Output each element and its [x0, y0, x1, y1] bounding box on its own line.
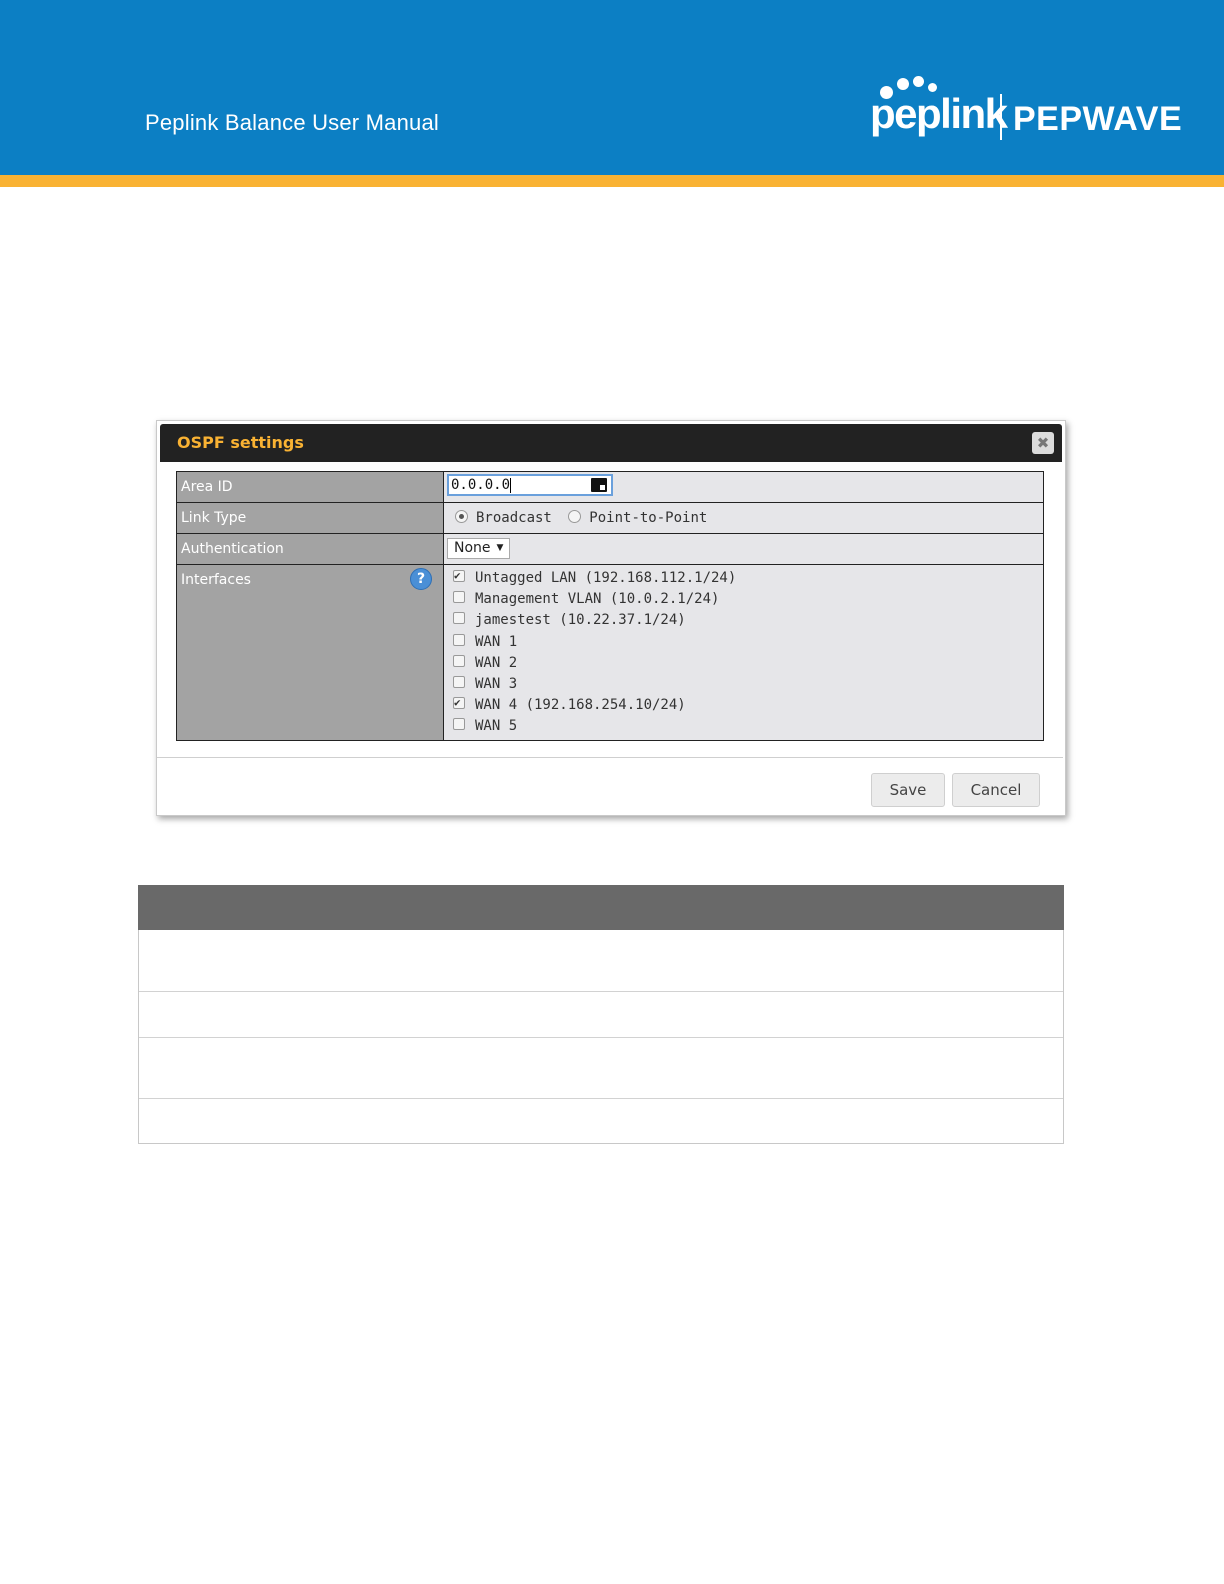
interface-item[interactable]: WAN 2	[447, 653, 1040, 674]
area-id-label: Area ID	[181, 479, 233, 495]
cancel-button[interactable]: Cancel	[952, 773, 1040, 807]
interface-checkbox[interactable]	[453, 565, 465, 586]
interface-label: WAN 2	[475, 654, 518, 671]
interfaces-list: Untagged LAN (192.168.112.1/24) Manageme…	[447, 565, 1040, 740]
area-id-input-value: 0.0.0.0	[451, 477, 511, 493]
peplink-pepwave-logo: peplink PEPWAVE	[870, 76, 1190, 146]
authentication-select-value: None	[454, 540, 491, 556]
link-type-label: Link Type	[181, 510, 247, 526]
help-icon[interactable]: ?	[410, 568, 432, 590]
interface-label: WAN 1	[475, 633, 518, 650]
broadcast-radio[interactable]	[455, 510, 468, 523]
interface-label: jamestest (10.22.37.1/24)	[475, 612, 686, 629]
interfaces-value-cell: Untagged LAN (192.168.112.1/24) Manageme…	[443, 564, 1044, 741]
interface-item[interactable]: WAN 4 (192.168.254.10/24)	[447, 692, 1040, 716]
interfaces-label: Interfaces	[181, 572, 251, 588]
interface-item[interactable]: WAN 3	[447, 674, 1040, 695]
description-table	[138, 885, 1064, 1144]
link-type-value-cell: Broadcast Point-to-Point	[443, 502, 1044, 534]
area-id-input[interactable]: 0.0.0.0	[447, 474, 613, 496]
banner-stripe	[0, 175, 1224, 187]
interface-checkbox[interactable]	[453, 692, 465, 713]
interface-checkbox[interactable]	[453, 675, 465, 688]
table-row	[139, 992, 1063, 1038]
table-row	[139, 1038, 1063, 1099]
interface-item[interactable]: WAN 1	[447, 632, 1040, 653]
interface-checkbox[interactable]	[453, 718, 465, 731]
interfaces-row: Interfaces ? Untagged LAN (192.168.112.1…	[176, 564, 1044, 741]
interface-item[interactable]: Management VLAN (10.0.2.1/24)	[447, 589, 1040, 610]
keyboard-icon[interactable]	[591, 478, 607, 492]
interface-label: WAN 3	[475, 675, 518, 692]
ospf-form-table: Area ID 0.0.0.0 Link Type Broadcast Poin…	[176, 471, 1044, 741]
logo-pepwave-text: PEPWAVE	[1013, 100, 1183, 138]
link-type-label-cell: Link Type	[176, 502, 444, 534]
authentication-select[interactable]: None ▼	[447, 538, 511, 559]
authentication-label: Authentication	[181, 541, 284, 557]
header-banner: Peplink Balance User Manual peplink PEPW…	[0, 0, 1224, 175]
dialog-footer-divider	[157, 757, 1063, 758]
description-table-header	[138, 885, 1064, 930]
interface-item[interactable]: Untagged LAN (192.168.112.1/24)	[447, 565, 1040, 589]
interface-item[interactable]: jamestest (10.22.37.1/24)	[447, 610, 1040, 631]
interface-checkbox[interactable]	[453, 612, 465, 625]
authentication-label-cell: Authentication	[176, 533, 444, 565]
interface-checkbox[interactable]	[453, 591, 465, 604]
save-button[interactable]: Save	[871, 773, 945, 807]
interface-checkbox[interactable]	[453, 633, 465, 646]
area-id-label-cell: Area ID	[176, 471, 444, 503]
logo-separator	[1000, 94, 1002, 140]
dropdown-arrow-icon: ▼	[496, 543, 504, 553]
interface-label: Management VLAN (10.0.2.1/24)	[475, 591, 720, 608]
manual-title: Peplink Balance User Manual	[145, 110, 439, 135]
interfaces-label-cell: Interfaces ?	[176, 564, 444, 741]
text-caret	[510, 477, 512, 493]
interface-item[interactable]: WAN 5	[447, 716, 1040, 737]
interface-label: WAN 5	[475, 718, 518, 735]
authentication-row: Authentication None ▼	[176, 533, 1044, 565]
area-id-value-cell: 0.0.0.0	[443, 471, 1044, 503]
table-row	[139, 930, 1063, 992]
close-icon[interactable]: ✖	[1032, 432, 1054, 454]
authentication-value-cell: None ▼	[443, 533, 1044, 565]
dialog-title: OSPF settings	[177, 433, 304, 452]
interface-checkbox[interactable]	[453, 654, 465, 667]
area-id-row: Area ID 0.0.0.0	[176, 471, 1044, 503]
logo-peplink-text: peplink	[870, 90, 1008, 137]
point-to-point-label[interactable]: Point-to-Point	[589, 510, 707, 526]
interface-label: Untagged LAN (192.168.112.1/24)	[475, 570, 737, 586]
broadcast-label[interactable]: Broadcast	[476, 510, 552, 526]
link-type-row: Link Type Broadcast Point-to-Point	[176, 502, 1044, 534]
dialog-titlebar: OSPF settings ✖	[160, 424, 1062, 462]
ospf-settings-dialog: OSPF settings ✖ Area ID 0.0.0.0 Link Typ…	[156, 420, 1066, 816]
interface-label: WAN 4 (192.168.254.10/24)	[475, 697, 686, 714]
point-to-point-radio[interactable]	[568, 510, 582, 523]
